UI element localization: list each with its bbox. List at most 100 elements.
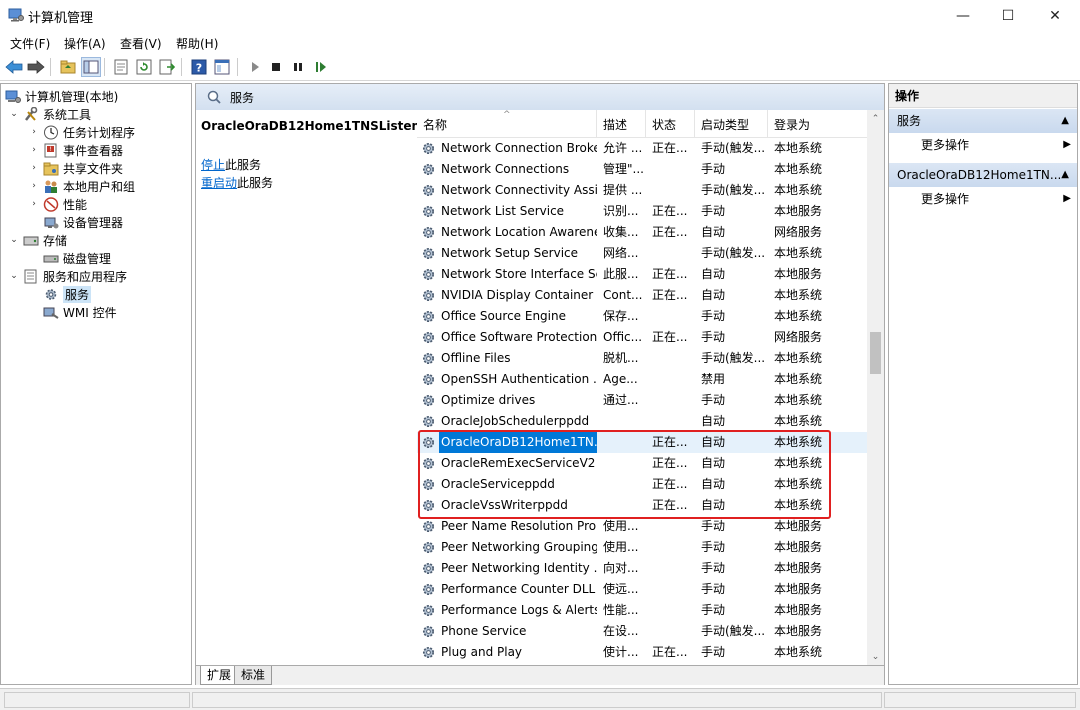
more-actions-services[interactable]: 更多操作 ▶ xyxy=(921,135,1071,155)
service-desc: 保存... xyxy=(603,309,639,323)
scroll-down-icon[interactable]: ⌄ xyxy=(867,648,884,665)
tree-item-disk-management[interactable]: 磁盘管理 xyxy=(43,249,111,267)
show-tree-icon[interactable] xyxy=(81,57,101,77)
service-startup: 自动 xyxy=(701,225,726,239)
tree-label: 任务计划程序 xyxy=(63,125,136,140)
chevron-right-icon[interactable]: › xyxy=(29,181,39,191)
menu-action[interactable]: 操作(A) xyxy=(64,35,106,52)
service-row[interactable]: OracleServiceppdd 正在... 自动 本地系统 xyxy=(417,474,867,495)
gear-icon xyxy=(422,352,435,365)
maximize-button[interactable]: ☐ xyxy=(985,0,1031,32)
tree-item-event-viewer[interactable]: › ! 事件查看器 xyxy=(29,141,123,159)
wmi-icon xyxy=(43,307,59,319)
service-row[interactable]: Peer Networking Grouping 使用... 手动 本地服务 xyxy=(417,537,867,558)
tree-item-root[interactable]: 计算机管理(本地) xyxy=(5,87,118,105)
service-logon: 本地服务 xyxy=(774,540,823,554)
close-button[interactable]: ✕ xyxy=(1032,0,1078,32)
service-row[interactable]: OpenSSH Authentication ... Age... 禁用 本地系统 xyxy=(417,369,867,390)
scroll-up-icon[interactable]: ⌃ xyxy=(867,110,884,127)
service-row[interactable]: Phone Service 在设... 手动(触发... 本地服务 xyxy=(417,621,867,642)
tree-item-wmi[interactable]: WMI 控件 xyxy=(43,303,117,321)
export-icon[interactable] xyxy=(157,57,177,77)
help-icon[interactable]: ? xyxy=(189,57,209,77)
scroll-thumb[interactable] xyxy=(870,332,881,374)
minimize-button[interactable]: — xyxy=(940,0,986,32)
gear-icon xyxy=(422,163,435,176)
tree-item-device-manager[interactable]: 设备管理器 xyxy=(43,213,123,231)
start-icon[interactable] xyxy=(245,57,265,77)
stop-service-link[interactable]: 停止 xyxy=(201,158,225,172)
service-row[interactable]: Network Location Awarene... 收集... 正在... 自动 网… xyxy=(417,222,867,243)
actions-section-oracle[interactable]: OracleOraDB12Home1TN... ▲ xyxy=(889,163,1077,187)
restart-service-link[interactable]: 重启动 xyxy=(201,176,237,190)
collapse-icon[interactable]: ▲ xyxy=(1061,163,1069,187)
chevron-down-icon[interactable]: ⌄ xyxy=(9,271,19,281)
chevron-right-icon[interactable]: › xyxy=(29,145,39,155)
stop-icon[interactable] xyxy=(266,57,286,77)
service-row[interactable]: Peer Name Resolution Pro... 使用... 手动 本地服务 xyxy=(417,516,867,537)
up-folder-icon[interactable] xyxy=(58,57,78,77)
refresh-icon[interactable] xyxy=(134,57,154,77)
menu-help[interactable]: 帮助(H) xyxy=(176,35,218,52)
tree-item-services-apps[interactable]: ⌄ 服务和应用程序 xyxy=(9,267,127,285)
service-status xyxy=(652,516,694,537)
tree-item-local-users[interactable]: › 本地用户和组 xyxy=(29,177,135,195)
service-row[interactable]: Offline Files 脱机... 手动(触发... 本地系统 xyxy=(417,348,867,369)
service-row[interactable]: Network Setup Service 网络... 手动(触发... 本地系统 xyxy=(417,243,867,264)
tab-extended[interactable]: 扩展 xyxy=(200,666,239,685)
service-status: 正在... xyxy=(652,225,688,239)
service-row[interactable]: OracleJobSchedulerppdd 自动 本地系统 xyxy=(417,411,867,432)
service-row[interactable]: Network Store Interface Se... 此服... 正在... 自… xyxy=(417,264,867,285)
service-row[interactable]: Network Connections 管理"... 手动 本地系统 xyxy=(417,159,867,180)
service-row[interactable]: Optimize drives 通过... 手动 本地系统 xyxy=(417,390,867,411)
service-row[interactable]: Peer Networking Identity ... 向对... 手动 本地服务 xyxy=(417,558,867,579)
resume-icon[interactable] xyxy=(311,57,331,77)
menu-view[interactable]: 查看(V) xyxy=(120,35,162,52)
tree-item-shared-folders[interactable]: › 共享文件夹 xyxy=(29,159,123,177)
service-row[interactable]: OracleOraDB12Home1TN... 正在... 自动 本地系统 xyxy=(417,432,867,453)
service-row[interactable]: Network Connectivity Assis... 提供 ... 手动(触发… xyxy=(417,180,867,201)
column-header-status[interactable]: 状态 xyxy=(646,110,695,138)
service-row[interactable]: OracleVssWriterppdd 正在... 自动 本地系统 xyxy=(417,495,867,516)
service-row[interactable]: Network List Service 识别... 正在... 手动 本地服务 xyxy=(417,201,867,222)
clock-icon xyxy=(44,125,58,139)
service-row[interactable]: Plug and Play 使计... 正在... 手动 本地系统 xyxy=(417,642,867,663)
chevron-right-icon[interactable]: › xyxy=(29,199,39,209)
column-header-name[interactable]: 名称 xyxy=(417,110,597,138)
service-startup: 自动 xyxy=(701,267,726,281)
tree-item-task-scheduler[interactable]: › 任务计划程序 xyxy=(29,123,135,141)
column-header-logon[interactable]: 登录为 xyxy=(768,110,867,138)
tab-standard[interactable]: 标准 xyxy=(234,666,273,685)
service-logon: 本地服务 xyxy=(774,519,823,533)
service-name: Performance Logs & Alerts xyxy=(441,603,597,617)
column-header-desc[interactable]: 描述 xyxy=(597,110,646,138)
forward-icon[interactable] xyxy=(26,57,46,77)
chevron-right-icon[interactable]: › xyxy=(29,163,39,173)
tree-item-services[interactable]: 服务 xyxy=(43,285,92,303)
tree-item-performance[interactable]: › 性能 xyxy=(29,195,87,213)
chevron-down-icon[interactable]: ⌄ xyxy=(9,235,19,245)
service-name: OracleOraDB12Home1TN... xyxy=(439,432,597,453)
service-row[interactable]: OracleRemExecServiceV2 正在... 自动 本地系统 xyxy=(417,453,867,474)
service-row[interactable]: Performance Logs & Alerts 性能... 手动 本地服务 xyxy=(417,600,867,621)
properties-icon[interactable] xyxy=(111,57,131,77)
tree-item-storage[interactable]: ⌄ 存储 xyxy=(9,231,67,249)
service-row[interactable]: Performance Counter DLL ... 使远... 手动 本地服务 xyxy=(417,579,867,600)
pause-icon[interactable] xyxy=(288,57,308,77)
service-row[interactable]: NVIDIA Display Container LS Cont... 正在... 自… xyxy=(417,285,867,306)
selected-service-title: OracleOraDB12Home1TNSListener xyxy=(201,119,435,133)
tree-item-system-tools[interactable]: ⌄ 系统工具 xyxy=(9,105,91,123)
chevron-right-icon[interactable]: › xyxy=(29,127,39,137)
service-row[interactable]: Network Connection Broker 允许 ... 正在... 手动(触… xyxy=(417,138,867,159)
back-icon[interactable] xyxy=(4,57,24,77)
service-row[interactable]: Office Source Engine 保存... 手动 本地系统 xyxy=(417,306,867,327)
menu-file[interactable]: 文件(F) xyxy=(10,35,50,52)
service-row[interactable]: Office Software Protection ... Offic... 正在… xyxy=(417,327,867,348)
more-actions-oracle[interactable]: 更多操作 ▶ xyxy=(921,189,1071,209)
vertical-scrollbar[interactable]: ⌃ ⌄ xyxy=(867,110,884,665)
console-icon[interactable] xyxy=(212,57,232,77)
actions-section-services[interactable]: 服务 ▲ xyxy=(889,109,1077,133)
column-header-startup[interactable]: 启动类型 xyxy=(695,110,768,138)
chevron-down-icon[interactable]: ⌄ xyxy=(9,109,19,119)
collapse-icon[interactable]: ▲ xyxy=(1061,109,1069,133)
